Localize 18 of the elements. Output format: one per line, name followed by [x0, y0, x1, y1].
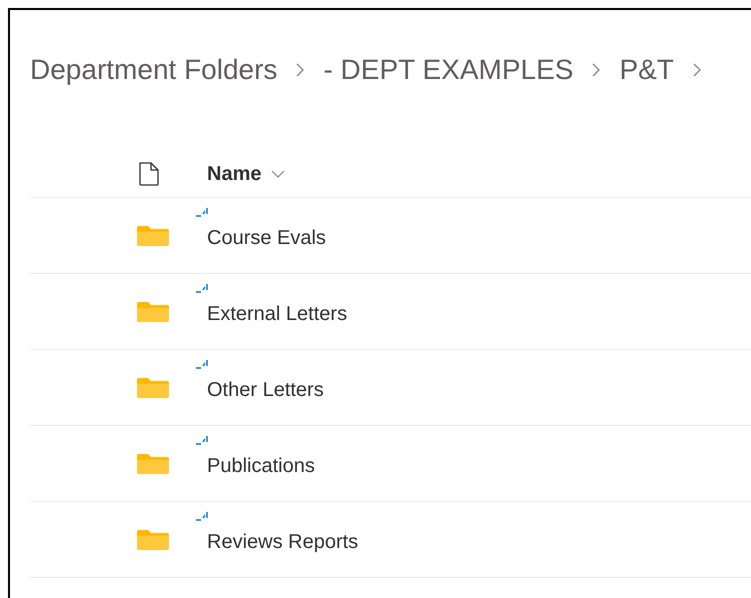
chevron-icon: [692, 62, 702, 78]
column-header[interactable]: Name: [207, 158, 286, 188]
chevron-icon: [295, 62, 306, 78]
folder-name-link[interactable]: Other Letters: [207, 378, 324, 400]
folder-name-link[interactable]: Publications: [207, 454, 315, 476]
folder-icon: [136, 376, 170, 398]
folder-name-link[interactable]: External Letters: [207, 302, 348, 324]
folder-name-link[interactable]: Reviews Reports: [207, 530, 358, 552]
folder-icon: [136, 300, 170, 322]
folder-icon: [136, 528, 170, 550]
file-type-icon: [138, 162, 160, 186]
folder-icon: [136, 224, 170, 246]
folder-name-link[interactable]: Course Evals: [207, 226, 326, 248]
folder-icon: [136, 452, 170, 474]
breadcrumb-link[interactable]: P&T: [619, 49, 674, 91]
breadcrumb-link[interactable]: Department Folders: [30, 49, 278, 91]
chevron-icon: [591, 62, 602, 78]
breadcrumb-link[interactable]: - DEPT EXAMPLES: [323, 49, 574, 91]
